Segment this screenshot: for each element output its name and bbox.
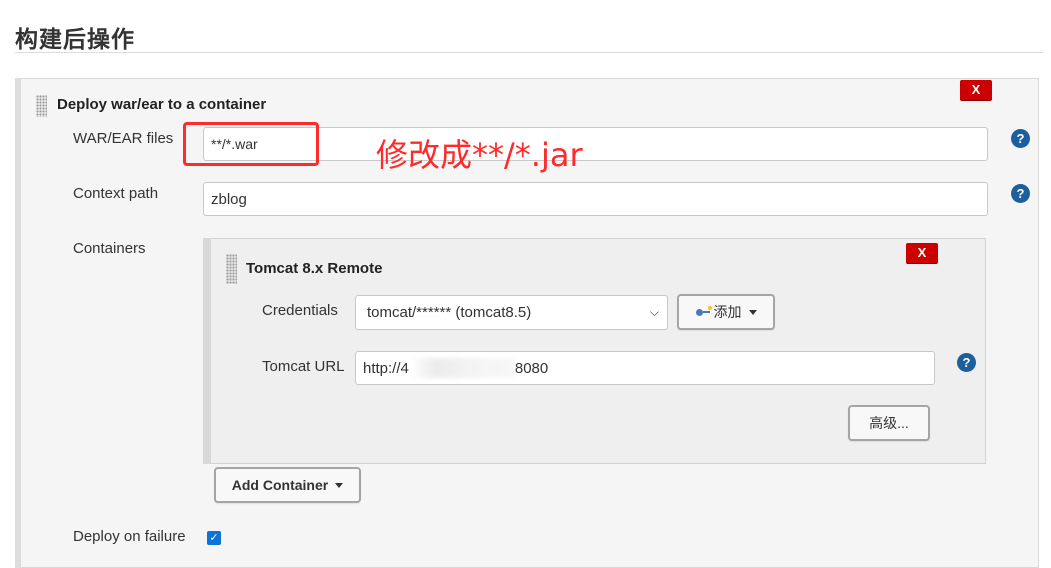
tomcat-url-prefix: http://4	[363, 359, 409, 377]
credentials-selected-value: tomcat/****** (tomcat8.5)	[367, 304, 532, 321]
deploy-step-title: Deploy war/ear to a container	[57, 96, 267, 113]
key-icon	[695, 306, 712, 316]
tomcat-container-title: Tomcat 8.x Remote	[246, 260, 383, 277]
deploy-on-failure-checkbox[interactable]: ✓	[207, 531, 221, 545]
deploy-on-failure-label: Deploy on failure	[73, 528, 186, 545]
help-icon[interactable]: ?	[1011, 129, 1030, 148]
context-path-label: Context path	[73, 185, 159, 202]
add-credentials-label: 添加	[713, 304, 742, 320]
context-path-input[interactable]: zblog	[203, 182, 988, 216]
drag-handle-icon[interactable]	[36, 95, 47, 117]
add-container-button[interactable]: Add Container	[214, 467, 361, 503]
section-divider	[15, 52, 1043, 53]
section-title: 构建后操作	[15, 27, 135, 53]
redaction-blur	[415, 358, 515, 378]
delete-container-button[interactable]: X	[906, 243, 938, 263]
advanced-button[interactable]: 高级...	[848, 405, 930, 441]
tomcat-url-suffix: 8080	[514, 359, 549, 377]
add-credentials-button[interactable]: 添加	[677, 294, 775, 330]
war-files-input[interactable]: **/*.war	[203, 127, 988, 161]
add-container-label: Add Container	[231, 477, 329, 493]
war-files-label: WAR/EAR files	[73, 130, 174, 147]
caret-down-icon	[748, 309, 757, 315]
containers-label: Containers	[73, 240, 146, 257]
credentials-select[interactable]: tomcat/****** (tomcat8.5) ⌵	[355, 295, 668, 330]
context-path-value: zblog	[211, 190, 247, 208]
chevron-down-icon: ⌵	[649, 305, 659, 319]
deploy-panel-edge	[15, 78, 21, 568]
caret-down-icon	[335, 482, 344, 488]
help-icon[interactable]: ?	[1011, 184, 1030, 203]
tomcat-url-label: Tomcat URL	[262, 358, 345, 375]
help-icon[interactable]: ?	[957, 353, 976, 372]
annotation-highlight-box	[183, 122, 319, 166]
credentials-label: Credentials	[262, 302, 338, 319]
drag-handle-icon[interactable]	[226, 254, 237, 284]
tomcat-panel-edge	[203, 238, 211, 464]
annotation-text: 修改成**/*.jar	[376, 136, 583, 174]
delete-step-button[interactable]: X	[960, 80, 992, 100]
